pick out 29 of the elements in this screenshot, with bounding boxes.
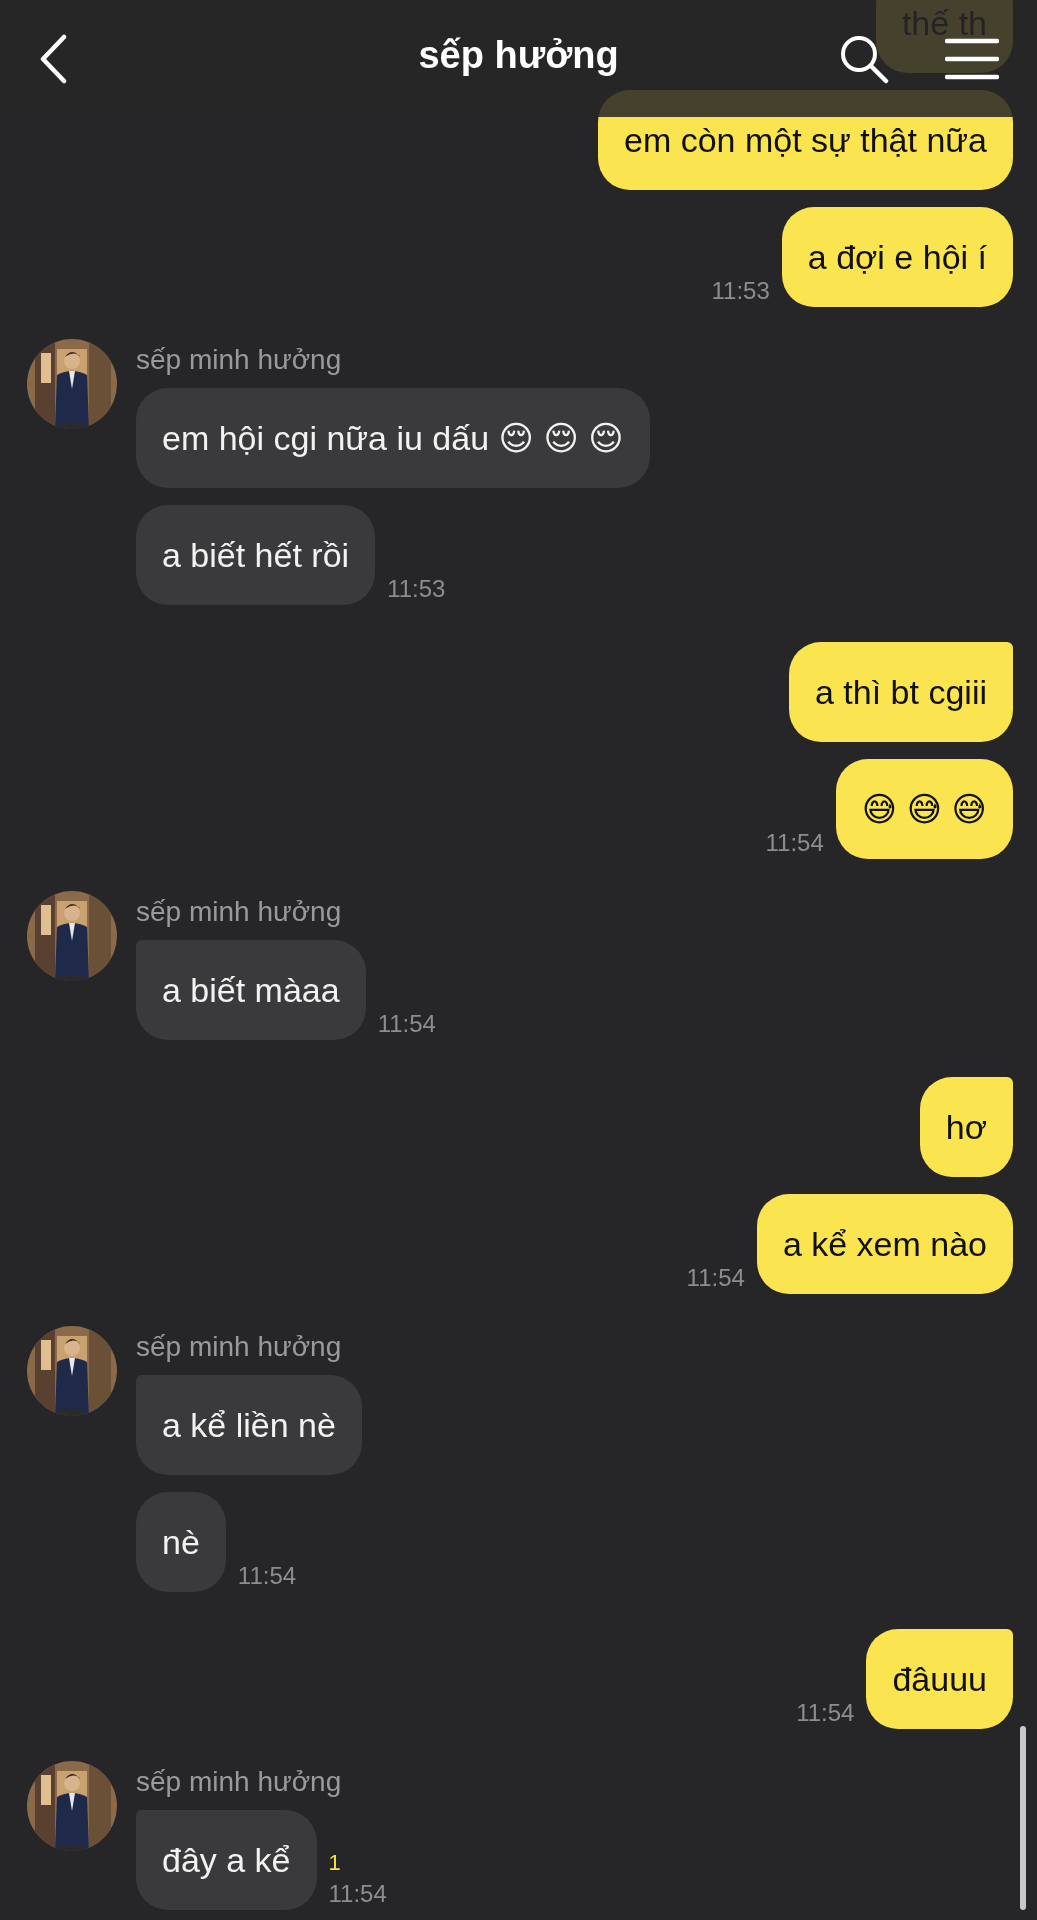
message-bubble: a thì bt cgiii xyxy=(789,642,1013,742)
back-icon[interactable] xyxy=(38,33,68,84)
message-bubble: nè xyxy=(136,1492,226,1592)
message-bubble: a kể xem nào xyxy=(756,1194,1013,1294)
message-time: 11:53 xyxy=(711,277,770,305)
message-time: 11:53 xyxy=(387,575,446,603)
sender-name: sếp minh hưởng xyxy=(136,1331,342,1363)
message-time: 11:54 xyxy=(237,1562,297,1590)
menu-icon[interactable] xyxy=(945,37,999,80)
message-time: 11:54 xyxy=(765,829,824,857)
message-time: 11:54 xyxy=(328,1880,387,1908)
message-bubble: a kể liền nè xyxy=(136,1375,362,1475)
message-bubble: a biết hết rồi xyxy=(136,505,376,605)
message-bubble: em hội cgi nữa iu dấu 😌 😌 😌 xyxy=(136,388,650,488)
message-bubble: đây a kể xyxy=(136,1810,317,1910)
sender-name: sếp minh hưởng xyxy=(136,1766,342,1798)
message-bubble: hơ xyxy=(919,1077,1013,1177)
sender-name: sếp minh hưởng xyxy=(136,896,342,928)
message-time: 11:54 xyxy=(796,1699,855,1727)
message-time: 11:54 xyxy=(377,1010,436,1038)
sender-name: sếp minh hưởng xyxy=(136,344,342,376)
message-bubble: a biết màaa xyxy=(136,940,366,1040)
search-icon[interactable] xyxy=(839,33,889,84)
unread-count: 1 xyxy=(328,1850,342,1876)
message-bubble: đâuuu xyxy=(866,1629,1013,1729)
message-bubble: a đợi e hội í xyxy=(781,207,1013,307)
message-time: 11:54 xyxy=(686,1264,745,1292)
chat-title: sếp hưởng xyxy=(418,34,619,77)
message-bubble: 😅 😅 😅 xyxy=(835,759,1013,859)
